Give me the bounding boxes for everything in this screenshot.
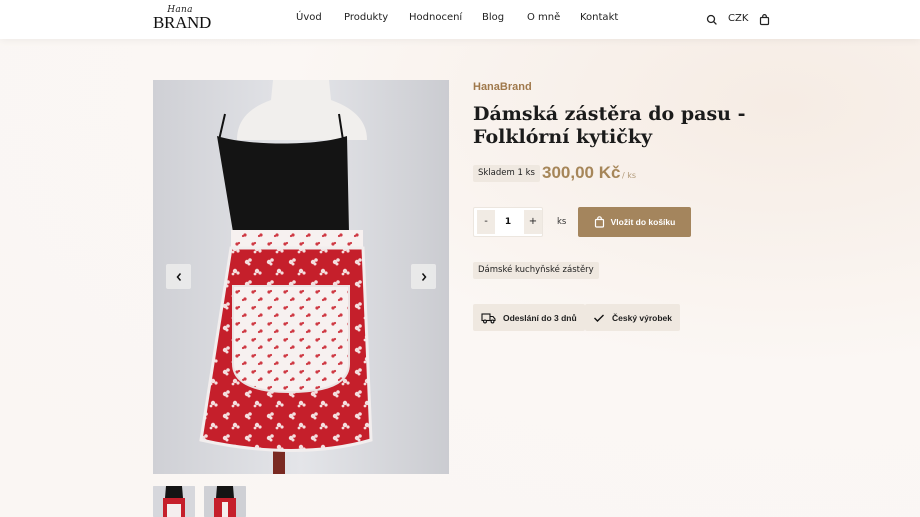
product-price: 300,00 Kč [542, 163, 621, 182]
currency-selector[interactable]: CZK [728, 13, 748, 24]
quantity-increase-button[interactable]: + [524, 210, 542, 234]
stock-badge: Skladem 1 ks [473, 165, 540, 182]
main-nav: Úvod Produkty Hodnocení Blog O mně Konta… [0, 12, 920, 26]
feature-czech-made: Český výrobek [585, 304, 681, 331]
chevron-left-icon [176, 272, 181, 281]
category-tag[interactable]: Dámské kuchyňské zástěry [473, 262, 599, 279]
feature-czech-made-label: Český výrobek [612, 312, 673, 323]
feature-shipping: Odeslání do 3 dnů [473, 304, 585, 331]
product-title: Dámská zástěra do pasu - Folklórní kytič… [473, 103, 746, 148]
check-icon [594, 314, 604, 322]
nav-item-kontakt[interactable]: Kontakt [580, 12, 618, 23]
shopping-bag-icon[interactable] [759, 12, 770, 26]
quantity-input[interactable]: 1 [498, 208, 518, 236]
truck-icon [481, 312, 496, 323]
nav-item-blog[interactable]: Blog [482, 12, 504, 23]
product-brand[interactable]: HanaBrand [473, 81, 532, 93]
feature-shipping-label: Odeslání do 3 dnů [503, 312, 577, 323]
price-unit: / ks [622, 171, 637, 180]
next-image-button[interactable] [411, 264, 436, 289]
thumbnail[interactable] [204, 486, 246, 517]
site-header: Hana BRAND Úvod Produkty Hodnocení Blog … [0, 0, 920, 39]
add-to-cart-button[interactable]: Vložit do košíku [578, 207, 691, 237]
add-to-cart-label: Vložit do košíku [610, 217, 676, 227]
quantity-stepper: - 1 + [473, 207, 543, 237]
nav-item-hodnoceni[interactable]: Hodnocení [409, 12, 462, 23]
prev-image-button[interactable] [166, 264, 191, 289]
nav-item-uvod[interactable]: Úvod [296, 12, 322, 23]
search-icon[interactable] [706, 12, 718, 26]
apron-photo [153, 80, 449, 474]
thumbnail[interactable] [153, 486, 195, 517]
nav-item-o-mne[interactable]: O mně [527, 12, 560, 23]
quantity-unit: ks [557, 217, 567, 227]
chevron-right-icon [421, 272, 426, 281]
nav-item-produkty[interactable]: Produkty [344, 12, 388, 23]
quantity-decrease-button[interactable]: - [477, 210, 495, 234]
shopping-bag-icon [594, 216, 604, 228]
product-image[interactable] [153, 80, 449, 474]
